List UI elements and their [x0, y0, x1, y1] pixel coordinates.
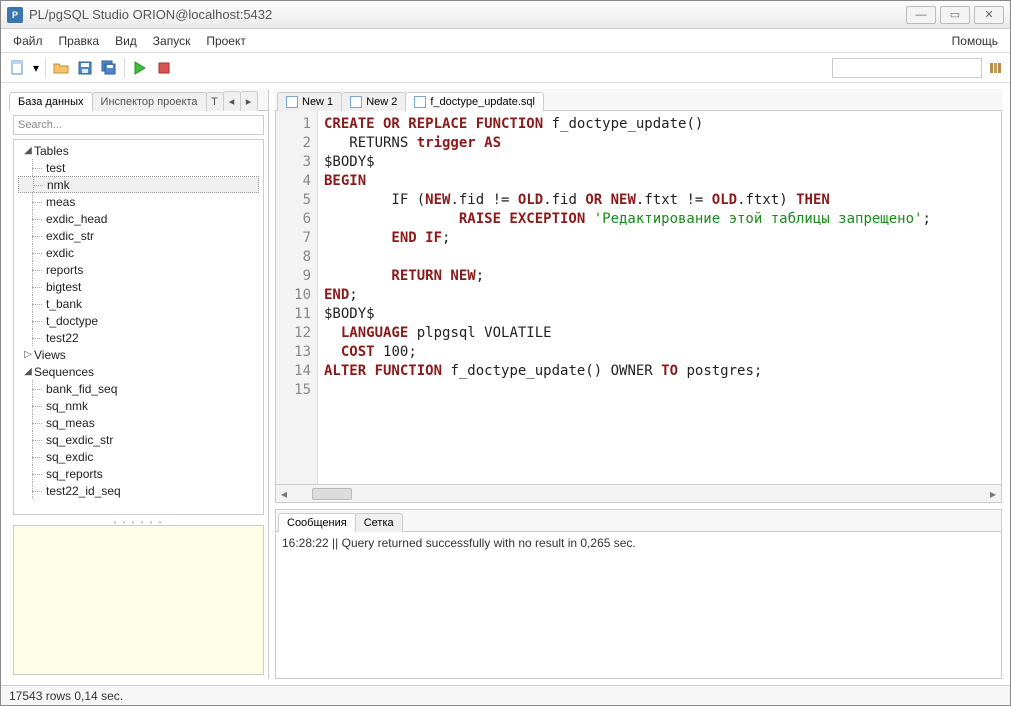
- minimize-button[interactable]: —: [906, 6, 936, 24]
- status-text: 17543 rows 0,14 sec.: [9, 689, 123, 703]
- table-t-doctype[interactable]: t_doctype: [18, 312, 259, 329]
- code-editor[interactable]: 123456789101112131415 CREATE OR REPLACE …: [275, 111, 1002, 485]
- menu-project[interactable]: Проект: [198, 29, 254, 52]
- sidebar-detail-panel: [13, 525, 264, 675]
- close-button[interactable]: ✕: [974, 6, 1004, 24]
- editor-tabs: New 1 New 2 f_doctype_update.sql: [275, 89, 1002, 111]
- new-file-dropdown[interactable]: ▾: [31, 57, 41, 79]
- table-meas[interactable]: meas: [18, 193, 259, 210]
- tab-database[interactable]: База данных: [9, 92, 93, 111]
- table-exdic-str[interactable]: exdic_str: [18, 227, 259, 244]
- file-icon: [286, 96, 298, 108]
- table-reports[interactable]: reports: [18, 261, 259, 278]
- seq-exdic-str[interactable]: sq_exdic_str: [18, 431, 259, 448]
- table-test[interactable]: test: [18, 159, 259, 176]
- file-icon: [414, 96, 426, 108]
- seq-reports[interactable]: sq_reports: [18, 465, 259, 482]
- table-bigtest[interactable]: bigtest: [18, 278, 259, 295]
- save-button[interactable]: [74, 57, 96, 79]
- tab-grid[interactable]: Сетка: [355, 513, 403, 532]
- scroll-thumb[interactable]: [312, 488, 352, 500]
- menu-help[interactable]: Помощь: [944, 29, 1006, 52]
- table-nmk[interactable]: nmk: [18, 176, 259, 193]
- menu-run[interactable]: Запуск: [145, 29, 199, 52]
- table-exdic-head[interactable]: exdic_head: [18, 210, 259, 227]
- table-t-bank[interactable]: t_bank: [18, 295, 259, 312]
- tab-scroll-left[interactable]: ◂: [223, 91, 241, 111]
- tree-sequences[interactable]: ◢Sequences: [18, 363, 259, 380]
- window-title: PL/pgSQL Studio ORION@localhost:5432: [29, 7, 902, 22]
- seq-nmk[interactable]: sq_nmk: [18, 397, 259, 414]
- tab-scroll-right[interactable]: ▸: [240, 91, 258, 111]
- tab-messages[interactable]: Сообщения: [278, 513, 356, 532]
- messages-content: 16:28:22 || Query returned successfully …: [276, 532, 1001, 678]
- file-icon: [350, 96, 362, 108]
- menu-file[interactable]: Файл: [5, 29, 51, 52]
- sidebar: База данных Инспектор проекта T ◂ ▸ Sear…: [9, 89, 269, 679]
- menu-view[interactable]: Вид: [107, 29, 145, 52]
- tab-inspector[interactable]: Инспектор проекта: [92, 92, 207, 111]
- scroll-right-icon[interactable]: ▸: [985, 487, 1001, 501]
- tree-tables[interactable]: ◢Tables: [18, 142, 259, 159]
- table-exdic[interactable]: exdic: [18, 244, 259, 261]
- tree-search-input[interactable]: Search...: [13, 115, 264, 135]
- seq-bank-fid[interactable]: bank_fid_seq: [18, 380, 259, 397]
- toolbar-search-input[interactable]: [832, 58, 982, 78]
- maximize-button[interactable]: ▭: [940, 6, 970, 24]
- seq-meas[interactable]: sq_meas: [18, 414, 259, 431]
- run-button[interactable]: [129, 57, 151, 79]
- save-all-button[interactable]: [98, 57, 120, 79]
- line-gutter: 123456789101112131415: [276, 111, 318, 484]
- tab-t[interactable]: T: [206, 92, 224, 111]
- tab-new2[interactable]: New 2: [341, 92, 406, 111]
- editor-hscrollbar[interactable]: ◂ ▸: [275, 485, 1002, 503]
- statusbar: 17543 rows 0,14 sec.: [1, 685, 1010, 705]
- app-icon: P: [7, 7, 23, 23]
- table-test22[interactable]: test22: [18, 329, 259, 346]
- messages-tabs: Сообщения Сетка: [276, 510, 1001, 532]
- stop-button[interactable]: [153, 57, 175, 79]
- open-button[interactable]: [50, 57, 72, 79]
- main-area: New 1 New 2 f_doctype_update.sql 1234567…: [275, 89, 1002, 679]
- toolbar: ▾: [1, 53, 1010, 83]
- titlebar: P PL/pgSQL Studio ORION@localhost:5432 —…: [1, 1, 1010, 29]
- messages-panel: Сообщения Сетка 16:28:22 || Query return…: [275, 509, 1002, 679]
- code-content[interactable]: CREATE OR REPLACE FUNCTION f_doctype_upd…: [318, 111, 1001, 484]
- tab-new1[interactable]: New 1: [277, 92, 342, 111]
- sidebar-tabs: База данных Инспектор проекта T ◂ ▸: [9, 89, 268, 111]
- new-file-button[interactable]: [7, 57, 29, 79]
- scroll-left-icon[interactable]: ◂: [276, 487, 292, 501]
- library-icon[interactable]: [988, 60, 1004, 76]
- db-tree: ◢Tables test nmk meas exdic_head exdic_s…: [13, 139, 264, 515]
- seq-test22-id[interactable]: test22_id_seq: [18, 482, 259, 499]
- menubar: Файл Правка Вид Запуск Проект Помощь: [1, 29, 1010, 53]
- seq-exdic[interactable]: sq_exdic: [18, 448, 259, 465]
- tree-views[interactable]: ▷Views: [18, 346, 259, 363]
- menu-edit[interactable]: Правка: [51, 29, 108, 52]
- tab-f-doctype-update[interactable]: f_doctype_update.sql: [405, 92, 544, 111]
